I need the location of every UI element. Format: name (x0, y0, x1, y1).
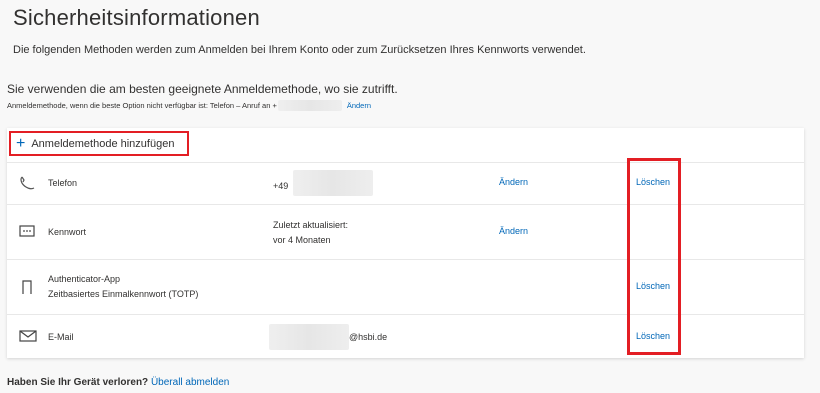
default-method-fallback-text: Anmeldemethode, wenn die beste Option ni… (7, 101, 277, 110)
lost-device-question: Haben Sie Ihr Gerät verloren? (7, 377, 149, 388)
method-row-telefon: Telefon +49 Ändern Löschen (7, 162, 804, 205)
method-name-line1: Authenticator-App (48, 274, 121, 284)
default-method-headline: Sie verwenden die am besten geeignete An… (7, 82, 398, 96)
sign-out-everywhere-link[interactable]: Überall abmelden (151, 377, 229, 388)
phone-icon (19, 176, 35, 192)
page-subtitle: Die folgenden Methoden werden zum Anmeld… (13, 44, 586, 56)
password-icon (19, 225, 35, 239)
default-method-change-link[interactable]: Ändern (347, 101, 371, 110)
method-detail: +49 (273, 170, 374, 196)
delete-email-link[interactable]: Löschen (636, 331, 670, 341)
security-methods-card: + Anmeldemethode hinzufügen Telefon +49 … (7, 128, 804, 358)
default-method-fallback: Anmeldemethode, wenn die beste Option ni… (7, 100, 371, 111)
delete-authenticator-link[interactable]: Löschen (636, 281, 670, 291)
mail-icon (19, 330, 37, 344)
lost-device-footer: Haben Sie Ihr Gerät verloren? Überall ab… (7, 377, 229, 388)
redacted-phone-number (293, 170, 374, 196)
plus-icon: + (16, 134, 26, 152)
method-name-line2: Zeitbasiertes Einmalkennwort (TOTP) (48, 289, 199, 299)
page-title: Sicherheitsinformationen (13, 5, 260, 30)
method-row-kennwort: Kennwort Zuletzt aktualisiert: vor 4 Mon… (7, 205, 804, 260)
method-name: E-Mail (48, 332, 74, 342)
method-detail: @hsbi.de (269, 324, 387, 350)
method-row-authenticator: Authenticator-App Zeitbasiertes Einmalke… (7, 260, 804, 315)
redacted-email-user (269, 324, 349, 350)
email-domain: @hsbi.de (349, 332, 388, 342)
method-name: Kennwort (48, 227, 87, 237)
method-row-email: E-Mail @hsbi.de Löschen (7, 315, 804, 358)
add-method-label: Anmeldemethode hinzufügen (31, 137, 175, 150)
authenticator-icon (19, 280, 35, 296)
method-detail-line2: vor 4 Monaten (273, 235, 331, 245)
add-method-row: + Anmeldemethode hinzufügen (7, 128, 804, 163)
delete-telefon-link[interactable]: Löschen (636, 177, 670, 187)
method-detail-line1: Zuletzt aktualisiert: (273, 220, 349, 230)
phone-prefix: +49 (273, 181, 289, 191)
change-telefon-link[interactable]: Ändern (499, 177, 528, 187)
change-kennwort-link[interactable]: Ändern (499, 226, 528, 236)
method-name: Telefon (48, 178, 78, 188)
redacted-phone-number (277, 100, 342, 111)
add-method-button[interactable]: + Anmeldemethode hinzufügen (9, 131, 189, 156)
